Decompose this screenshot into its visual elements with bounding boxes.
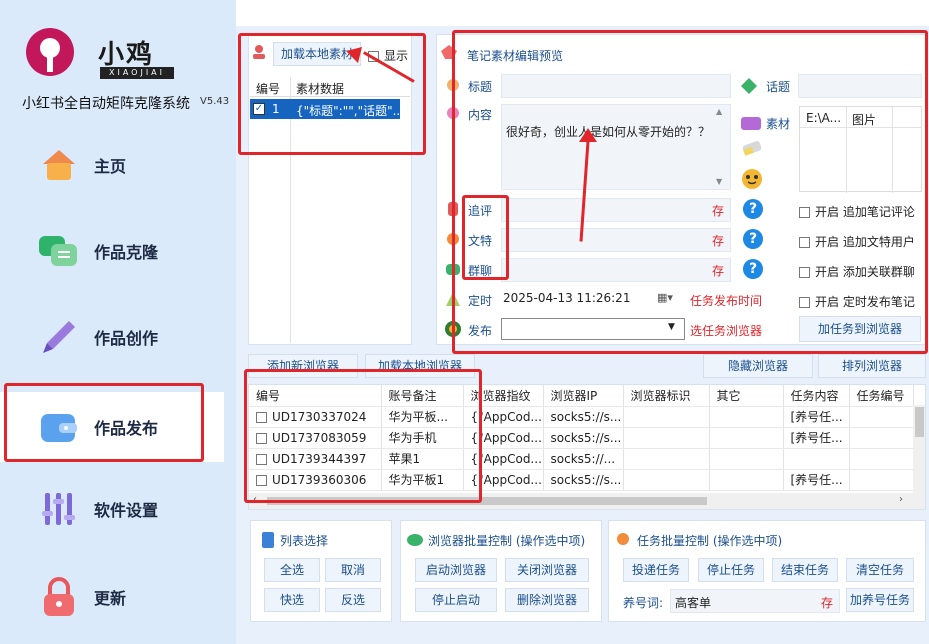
nav-label: 作品创作 — [94, 329, 159, 348]
end-task-button[interactable]: 结束任务 — [772, 558, 838, 582]
table-cell — [623, 469, 710, 491]
table-cell — [849, 406, 914, 428]
delete-browser-button[interactable]: 删除浏览器 — [505, 588, 589, 612]
nav-label: 软件设置 — [94, 501, 159, 520]
keyword-value: 高客单 — [675, 596, 712, 610]
annotation-box-browsers — [244, 369, 482, 503]
table-cell — [849, 427, 914, 449]
task-batch-title: 任务批量控制 (操作选中项) — [637, 534, 783, 548]
chat-icon — [38, 231, 80, 271]
arrow-head — [579, 128, 597, 142]
hide-browser-button[interactable]: 隐藏浏览器 — [703, 354, 813, 378]
save-mark[interactable]: 存 — [821, 594, 833, 611]
app-version: V5.43 — [200, 96, 230, 107]
table-cell: socks5://s... — [543, 427, 624, 449]
table-cell — [709, 427, 784, 449]
close-browser-button[interactable]: 关闭浏览器 — [505, 558, 589, 582]
annotation-box-nav — [4, 383, 204, 462]
nav-create[interactable]: 作品创作 — [0, 302, 236, 372]
table-cell: socks5://s... — [543, 469, 624, 491]
home-icon — [38, 145, 80, 185]
deliver-task-button[interactable]: 投递任务 — [623, 558, 689, 582]
nav-settings[interactable]: 软件设置 — [0, 474, 236, 544]
table-cell: [养号任... — [783, 427, 850, 449]
list-select-title: 列表选择 — [280, 534, 329, 548]
annotation-box-labels — [462, 195, 509, 280]
nav-label: 作品克隆 — [94, 243, 159, 262]
table-cell — [623, 406, 710, 428]
scroll-thumb[interactable] — [915, 407, 924, 437]
start-browser-button[interactable]: 启动浏览器 — [415, 558, 497, 582]
table-cell: socks5://... — [543, 448, 624, 470]
keyword-input[interactable]: 高客单 存 — [670, 589, 840, 613]
table-cell: socks5://s... — [543, 406, 624, 428]
sidebar: 小鸡 XIAOJIAI 小红书全自动矩阵克隆系统 V5.43 主页 作品克隆 作… — [0, 0, 236, 644]
col-header[interactable]: 任务编号 — [849, 385, 914, 407]
annotation-box-material — [238, 33, 426, 155]
col-header[interactable]: 浏览器IP — [543, 385, 624, 407]
list-icon — [262, 532, 274, 551]
nav-home[interactable]: 主页 — [0, 130, 236, 200]
table-cell — [709, 469, 784, 491]
table-cell: [养号任... — [783, 469, 850, 491]
app-title: 小红书全自动矩阵克隆系统 — [22, 96, 190, 112]
logo-icon — [26, 28, 74, 76]
nav-clone[interactable]: 作品克隆 — [0, 216, 236, 286]
col-header[interactable]: 其它 — [709, 385, 784, 407]
brand-subtitle: XIAOJIAI — [100, 67, 174, 79]
table-cell — [849, 448, 914, 470]
col-header[interactable]: 任务内容 — [783, 385, 850, 407]
deselect-button[interactable]: 取消 — [325, 558, 381, 582]
browser-batch-icon — [407, 532, 423, 549]
brand-name: 小鸡 — [98, 40, 155, 70]
arrange-browser-button[interactable]: 排列浏览器 — [818, 354, 926, 378]
stop-task-button[interactable]: 停止任务 — [698, 558, 764, 582]
clear-task-button[interactable]: 清空任务 — [846, 558, 914, 582]
col-header[interactable]: 浏览器标识 — [623, 385, 710, 407]
table-cell — [623, 448, 710, 470]
nav-label: 更新 — [94, 589, 127, 608]
add-nurture-task-button[interactable]: 加养号任务 — [846, 588, 914, 612]
table-cell — [849, 469, 914, 491]
sliders-icon — [38, 489, 80, 529]
table-cell — [709, 406, 784, 428]
nav-label: 主页 — [94, 157, 127, 176]
table-cell — [623, 427, 710, 449]
stop-start-button[interactable]: 停止启动 — [415, 588, 497, 612]
task-batch-icon — [615, 532, 631, 549]
table-cell — [709, 448, 784, 470]
nav-update[interactable]: 更新 — [0, 562, 236, 632]
table-cell: [养号任... — [783, 406, 850, 428]
vertical-scrollbar[interactable] — [913, 405, 925, 493]
scroll-right-icon[interactable]: › — [899, 494, 903, 505]
select-all-button[interactable]: 全选 — [264, 558, 320, 582]
quick-select-button[interactable]: 快选 — [264, 588, 320, 612]
table-cell — [783, 448, 850, 470]
arrow-head — [346, 47, 362, 63]
browser-batch-title: 浏览器批量控制 (操作选中项) — [428, 534, 586, 548]
invert-select-button[interactable]: 反选 — [325, 588, 381, 612]
keyword-label: 养号词: — [623, 596, 664, 610]
annotation-box-preview — [452, 30, 928, 354]
lock-icon — [38, 577, 80, 617]
pen-icon — [38, 317, 80, 357]
